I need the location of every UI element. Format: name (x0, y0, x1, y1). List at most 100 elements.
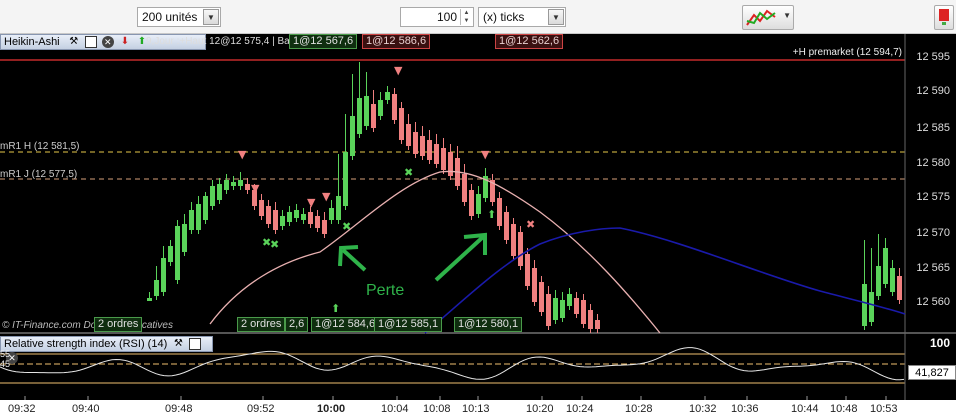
time-label: 10:04 (381, 403, 409, 415)
signal-marker: ✖ (404, 166, 413, 179)
time-label: 10:20 (526, 403, 554, 415)
candle-body (231, 182, 236, 186)
candle-body (434, 144, 439, 164)
order-tag-bottom-1[interactable]: 2 ordres (94, 317, 143, 332)
candle-body (869, 292, 874, 322)
time-label: 09:32 (8, 403, 36, 415)
candle-body (406, 124, 411, 146)
candle-body (378, 100, 383, 116)
wrench-icon[interactable]: ⚒ (68, 36, 80, 48)
time-label: 10:44 (791, 403, 819, 415)
chart-type-button[interactable]: ▼ (742, 5, 794, 30)
time-label: 10:32 (689, 403, 717, 415)
candle-body (308, 212, 313, 224)
chart-panel-title: Heikin-Ashi (4, 36, 60, 48)
signal-marker: ✖ (526, 218, 535, 231)
time-label: 10:00 (317, 403, 346, 415)
close-icon[interactable]: ✕ (101, 36, 114, 49)
quantity-field[interactable]: 100 ▲ ▼ (400, 7, 474, 27)
time-label: 09:52 (247, 403, 275, 415)
candle-body (441, 148, 446, 170)
order-tag-top-3[interactable]: 1@12 562,6 (495, 34, 564, 49)
perte-arrow-right (434, 232, 487, 282)
perte-annotation: Perte (366, 282, 405, 299)
order-tag-bottom-3[interactable]: 2,6 (285, 317, 309, 332)
candle-body (511, 224, 516, 256)
candle-body (392, 94, 397, 120)
rsi-axis-top: 100 (929, 336, 950, 350)
candle-body (238, 180, 243, 186)
candle-body (350, 116, 355, 156)
alert-icon (939, 9, 949, 25)
chevron-down-icon[interactable]: ▼ (548, 9, 564, 25)
candle-body (189, 210, 194, 230)
candle-body (567, 294, 572, 306)
price-label: 12 590 (916, 85, 950, 97)
order-tag-top-1[interactable]: 1@12 567,6 (289, 34, 358, 49)
candle-body (287, 212, 292, 222)
spinner-icon[interactable]: ▲ ▼ (460, 9, 472, 25)
time-label: 09:40 (72, 403, 100, 415)
minimize-icon[interactable] (84, 36, 97, 49)
level-j-label: mR1 J (12 577,5) (0, 169, 78, 180)
signal-marker: ⬆ (331, 302, 340, 315)
candle-body (595, 320, 600, 329)
candle-body (175, 226, 180, 280)
order-tag-bottom-2[interactable]: 2 ordres (237, 317, 286, 332)
chevron-down-icon[interactable]: ▼ (203, 9, 219, 25)
candle-body (504, 212, 509, 240)
candle-body (497, 198, 502, 226)
candle-body (413, 132, 418, 154)
candle-body (294, 210, 299, 218)
candle-body (876, 266, 881, 296)
signal-marker: ⬆ (487, 208, 496, 221)
ticks-select[interactable]: (x) ticks ▼ (478, 7, 566, 27)
chart-canvas[interactable]: ▼▼▼ ▼▼▼✖✖✖✖✖⬆⬆ (0, 34, 956, 420)
premarket-label: +H premarket (12 594,7) (792, 47, 902, 58)
signal-marker: ✖ (342, 220, 351, 233)
candle-body (462, 174, 467, 202)
price-label: 12 570 (916, 227, 950, 239)
chevron-down-icon[interactable]: ▼ (783, 11, 791, 20)
minimize-icon[interactable] (189, 338, 202, 351)
toolbar: 200 unités ▼ 100 ▲ ▼ (x) ticks ▼ ▼ (0, 0, 956, 34)
candle-body (329, 208, 334, 220)
candle-body (217, 184, 222, 200)
order-tag-bottom-5[interactable]: 1@12 585,1 (374, 317, 443, 332)
candle-body (196, 204, 201, 230)
units-select[interactable]: 200 unités ▼ (137, 7, 221, 27)
ma-short-line (209, 170, 661, 334)
rsi-level-lower: 45 (0, 359, 11, 369)
candle-body (357, 98, 362, 134)
wrench-icon[interactable]: ⚒ (172, 338, 184, 350)
order-tag-top-2[interactable]: 1@12 586,6 (362, 34, 431, 49)
candle-body (301, 214, 306, 220)
price-chart[interactable]: ▼ ▼ ▼ ▼ ▼ ▼ ✖ ✖ ✖ ✖ ✖ ⬆ ⬆ Heikin-Ashi ⚒ ✕ ⬇ ⬆ 9,Jour… (0, 34, 956, 420)
candle-body (147, 298, 152, 301)
level-h-label: mR1 H (12 581,5) (0, 141, 80, 152)
candle-body (385, 92, 390, 100)
time-label: 10:48 (830, 403, 858, 415)
candle-body (546, 294, 551, 326)
units-select-value: 200 unités (142, 10, 198, 24)
candle-body (399, 108, 404, 140)
candle-body (224, 180, 229, 190)
signal-marker: ▼ (394, 64, 403, 77)
candle-body (266, 206, 271, 224)
candle-body (588, 310, 593, 329)
time-axis: 09:32 09:40 09:48 09:52 10:00 10:04 10:0… (0, 400, 956, 420)
candle-body (574, 298, 579, 314)
sell-icon[interactable]: ⬇ (119, 36, 131, 48)
settings-button[interactable] (934, 5, 954, 30)
order-tag-bottom-6[interactable]: 1@12 580,1 (454, 317, 523, 332)
price-label: 12 585 (916, 122, 950, 134)
candle-body (518, 232, 523, 266)
candle-body (182, 224, 187, 252)
time-label: 10:28 (625, 403, 653, 415)
candle-body (539, 282, 544, 312)
candle-body (420, 136, 425, 156)
time-label: 10:24 (566, 403, 594, 415)
signal-marker: ▼ (251, 182, 260, 195)
quantity-value: 100 (436, 10, 457, 24)
order-tag-bottom-4[interactable]: 1@12 584,6 (311, 317, 380, 332)
